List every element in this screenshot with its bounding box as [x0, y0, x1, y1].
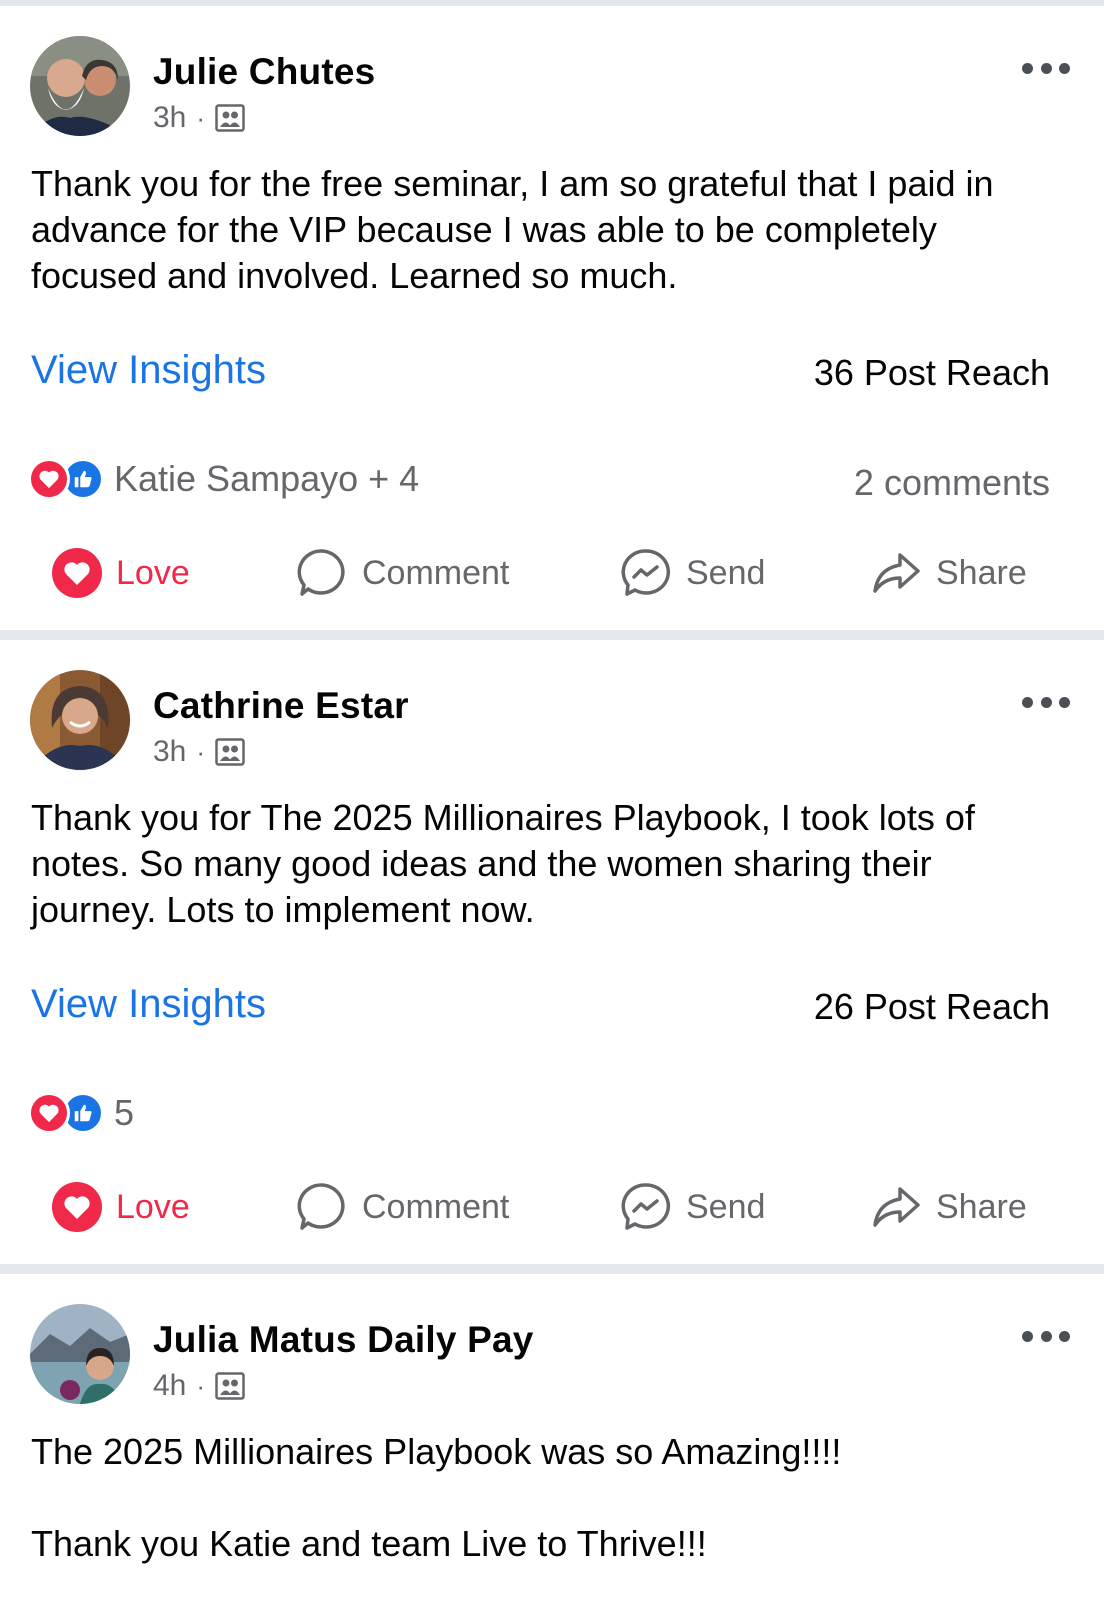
speech-bubble-icon — [297, 549, 345, 596]
post-action-bar: Love Comment Send Share — [0, 1178, 1104, 1236]
share-arrow-icon — [873, 1187, 920, 1227]
post-author-name[interactable]: Julia Matus Daily Pay — [153, 1319, 534, 1361]
comment-count[interactable]: 2 comments — [854, 462, 1050, 504]
post-timestamp[interactable]: 3h — [153, 735, 186, 769]
view-insights-link[interactable]: View Insights — [31, 348, 266, 393]
post-timestamp[interactable]: 4h — [153, 1369, 186, 1403]
send-label: Send — [686, 1187, 766, 1226]
avatar[interactable] — [30, 670, 130, 770]
messenger-icon — [621, 1183, 671, 1230]
send-button[interactable]: Send — [620, 544, 765, 602]
feed-post: Julie Chutes 3h · Thank you for the free… — [0, 6, 1104, 630]
love-button[interactable]: Love — [52, 1178, 190, 1236]
comment-button[interactable]: Comment — [296, 1178, 509, 1236]
love-label: Love — [116, 553, 190, 592]
avatar[interactable] — [30, 1304, 130, 1404]
post-reach: 26 Post Reach — [813, 986, 1050, 1027]
more-options-icon[interactable] — [1022, 692, 1070, 712]
heart-icon — [52, 548, 102, 598]
post-meta: 3h · — [153, 101, 245, 135]
reaction-names: Katie Sampayo + 4 — [114, 458, 420, 499]
share-button[interactable]: Share — [870, 544, 1027, 602]
comment-label: Comment — [362, 553, 510, 592]
comment-label: Comment — [362, 1187, 510, 1226]
post-author-name[interactable]: Julie Chutes — [153, 51, 375, 93]
meta-separator: · — [196, 102, 206, 133]
post-author-name[interactable]: Cathrine Estar — [153, 685, 409, 727]
love-button[interactable]: Love — [52, 544, 190, 602]
reaction-count: 5 — [114, 1092, 135, 1133]
feed-post: Cathrine Estar 3h · Thank you for The 20… — [0, 640, 1104, 1264]
heart-icon — [28, 458, 70, 500]
post-reach: 36 Post Reach — [813, 352, 1050, 393]
more-options-icon[interactable] — [1022, 1326, 1070, 1346]
view-insights-link[interactable]: View Insights — [31, 982, 266, 1027]
post-divider — [0, 1264, 1104, 1274]
heart-icon — [28, 1092, 70, 1134]
share-arrow-icon — [873, 553, 920, 593]
post-meta: 4h · — [153, 1369, 245, 1403]
share-label: Share — [936, 1187, 1027, 1226]
more-options-icon[interactable] — [1022, 58, 1070, 78]
speech-bubble-icon — [297, 1183, 345, 1230]
share-label: Share — [936, 553, 1027, 592]
post-text: Thank you for the free seminar, I am so … — [31, 163, 994, 296]
comment-button[interactable]: Comment — [296, 544, 509, 602]
avatar[interactable] — [30, 36, 130, 136]
group-icon — [215, 1372, 245, 1400]
post-text: The 2025 Millionaires Playbook was so Am… — [31, 1431, 842, 1564]
post-timestamp[interactable]: 3h — [153, 101, 186, 135]
meta-separator: · — [196, 736, 206, 767]
messenger-icon — [621, 549, 671, 596]
reaction-summary[interactable]: Katie Sampayo + 4 — [28, 458, 419, 500]
post-text: Thank you for The 2025 Millionaires Play… — [31, 797, 975, 930]
heart-icon — [52, 1182, 102, 1232]
post-meta: 3h · — [153, 735, 245, 769]
group-icon — [215, 738, 245, 766]
meta-separator: · — [196, 1370, 206, 1401]
share-button[interactable]: Share — [870, 1178, 1027, 1236]
love-label: Love — [116, 1187, 190, 1226]
send-label: Send — [686, 553, 766, 592]
post-action-bar: Love Comment Send Share — [0, 544, 1104, 602]
reaction-summary[interactable]: 5 — [28, 1092, 134, 1134]
send-button[interactable]: Send — [620, 1178, 765, 1236]
group-icon — [215, 104, 245, 132]
post-divider — [0, 630, 1104, 640]
